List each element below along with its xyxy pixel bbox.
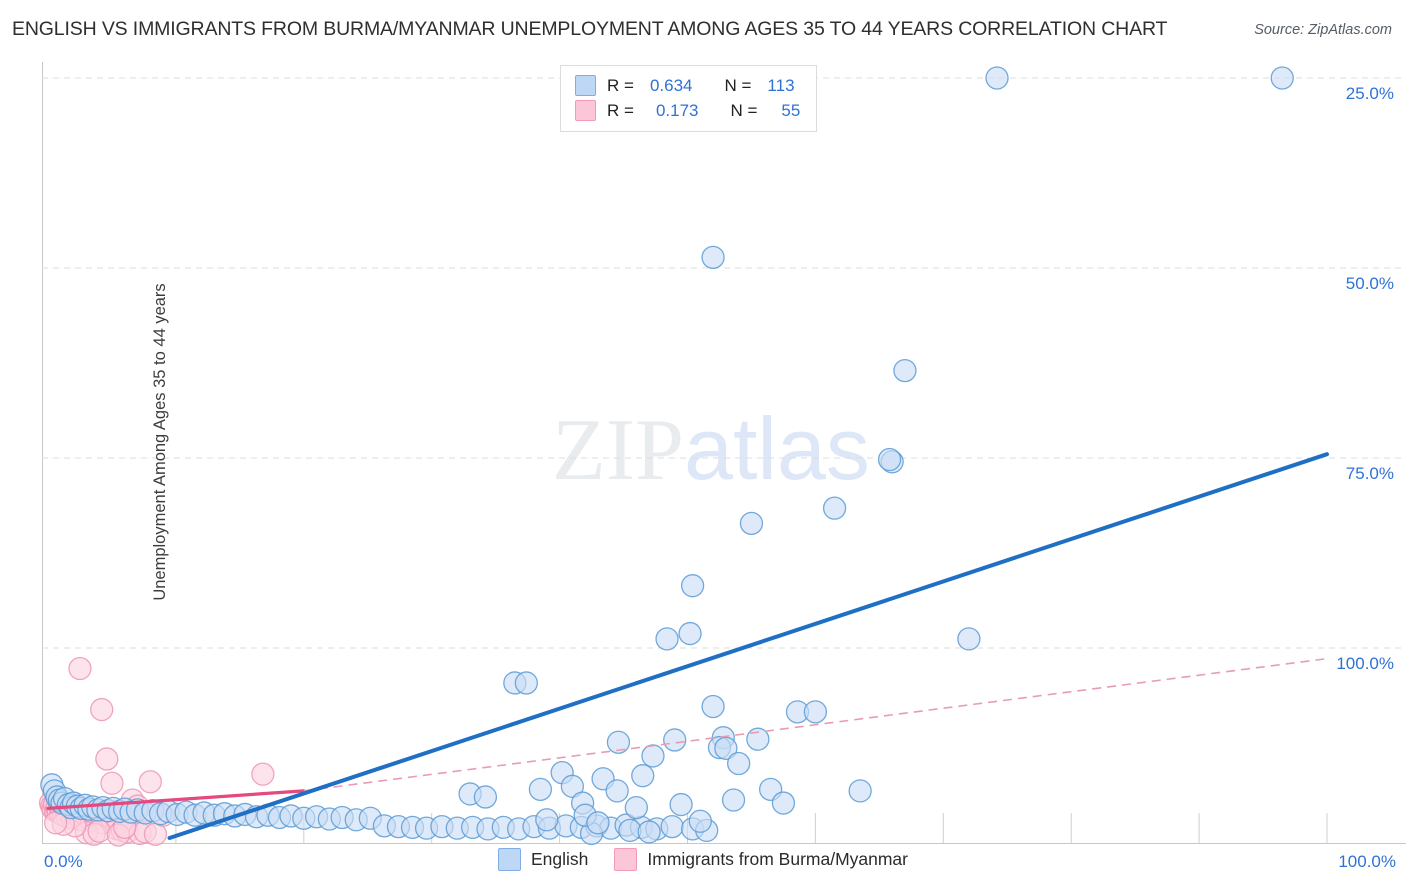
data-point: [473, 785, 498, 809]
data-point: [822, 496, 847, 520]
legend-label-english: English: [530, 849, 589, 869]
data-point: [586, 811, 610, 835]
data-point: [721, 788, 746, 812]
english-r-label: R =: [607, 75, 634, 95]
data-point: [68, 656, 92, 681]
trendline-english: [167, 452, 1329, 840]
data-point: [669, 792, 693, 817]
data-point: [771, 791, 796, 815]
data-point: [660, 814, 684, 839]
data-point: [514, 671, 538, 695]
immigrants-n-value: 55: [781, 100, 801, 120]
data-point: [605, 779, 629, 803]
stats-row-english: R = 0.634 N = 113: [575, 73, 800, 98]
data-point: [138, 770, 162, 794]
data-point: [877, 447, 902, 472]
data-point: [1270, 66, 1294, 90]
english-n-label: N =: [724, 75, 752, 95]
data-point: [87, 819, 111, 843]
data-point: [678, 621, 702, 646]
data-point: [701, 245, 725, 270]
legend-label-immigrants: Immigrants from Burma/Myanmar: [647, 849, 908, 869]
data-point: [985, 66, 1009, 90]
y-axis-tick-label: 100.0%: [1336, 654, 1394, 673]
stats-row-immigrants: R = 0.173 N = 55: [575, 98, 800, 123]
data-point: [528, 777, 553, 802]
data-point: [95, 747, 119, 771]
english-r-value: 0.634: [649, 75, 693, 95]
data-point: [535, 808, 559, 832]
y-axis-title-container: Unemployment Among Ages 35 to 44 years: [10, 62, 169, 822]
data-point: [957, 627, 981, 651]
legend-swatch-english: [497, 848, 521, 871]
immigrants-r-value: 0.173: [655, 100, 699, 120]
legend-item-immigrants[interactable]: Immigrants from Burma/Myanmar: [614, 848, 908, 871]
data-point: [100, 771, 124, 795]
data-point: [663, 728, 687, 752]
trendline-immigrants: [46, 657, 1328, 810]
immigrants-color-swatch: [575, 100, 596, 121]
correlation-chart: ENGLISH VS IMMIGRANTS FROM BURMA/MYANMAR…: [0, 0, 1406, 892]
data-point: [631, 764, 655, 788]
x-axis-min-label: 0.0%: [44, 852, 83, 871]
data-point: [680, 574, 705, 598]
data-point: [848, 779, 872, 803]
data-point: [701, 694, 725, 719]
data-point: [655, 627, 679, 651]
legend-item-english[interactable]: English: [497, 848, 589, 871]
y-axis-tick-label: 25.0%: [1345, 84, 1394, 103]
data-point: [893, 358, 917, 383]
x-axis-max-label: 100.0%: [1338, 852, 1396, 871]
immigrants-n-label: N =: [730, 100, 758, 120]
data-point: [739, 511, 764, 536]
english-n-value: 113: [767, 75, 795, 95]
y-axis-tick-label: 50.0%: [1345, 274, 1394, 293]
data-point: [803, 700, 828, 724]
data-point: [624, 795, 648, 820]
data-point: [688, 809, 712, 833]
immigrants-r-label: R =: [607, 100, 634, 120]
data-point: [641, 744, 665, 768]
y-axis-tick-label: 75.0%: [1345, 464, 1394, 483]
data-point: [90, 697, 114, 722]
scatter-plot-canvas: [38, 66, 1406, 847]
data-point: [727, 751, 751, 776]
english-color-swatch: [575, 75, 596, 96]
data-point: [251, 762, 275, 786]
legend-swatch-immigrants: [614, 848, 638, 871]
data-point: [637, 820, 661, 844]
correlation-stats-box: R = 0.634 N = 113 R = 0.173 N = 55: [560, 65, 818, 132]
scatter-points-english: [40, 66, 1294, 846]
gridlines: [42, 77, 1406, 649]
y-axis-title: Unemployment Among Ages 35 to 44 years: [151, 283, 170, 601]
